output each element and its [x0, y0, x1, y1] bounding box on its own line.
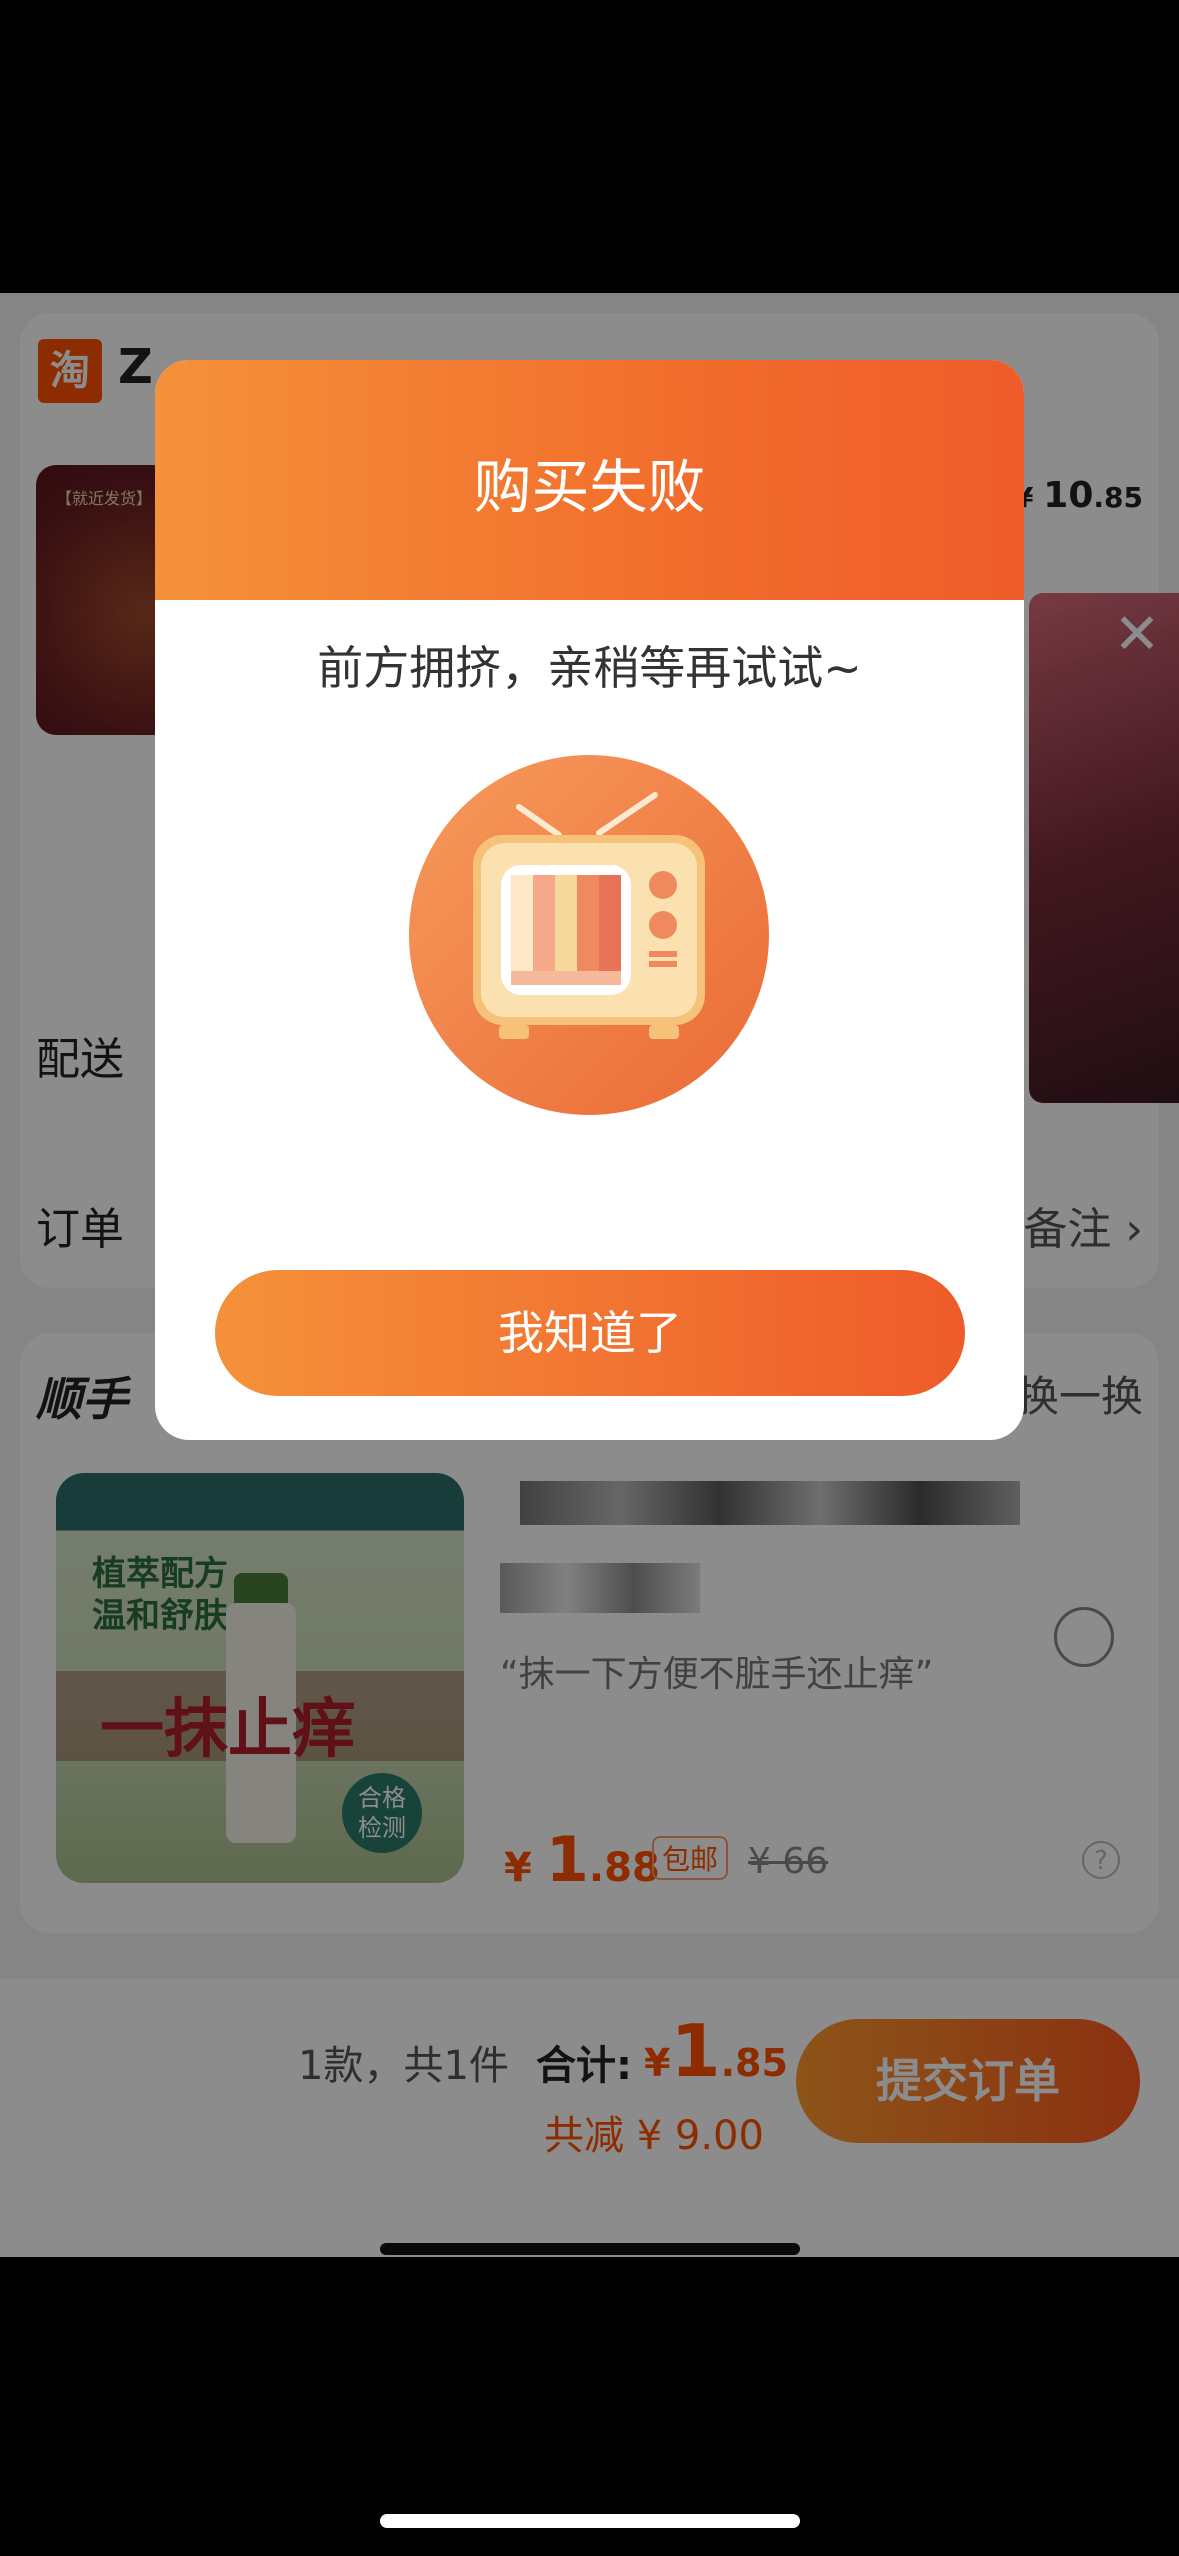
purchase-failed-dialog: 购买失败 前方拥挤，亲稍等再试试~ 我知道了 [155, 360, 1024, 1440]
dialog-message: 前方拥挤，亲稍等再试试~ [317, 641, 862, 695]
tv-icon [409, 755, 769, 1115]
home-indicator[interactable] [380, 2514, 800, 2528]
acknowledge-button[interactable]: 我知道了 [215, 1270, 965, 1396]
dialog-title: 购买失败 [473, 453, 706, 521]
